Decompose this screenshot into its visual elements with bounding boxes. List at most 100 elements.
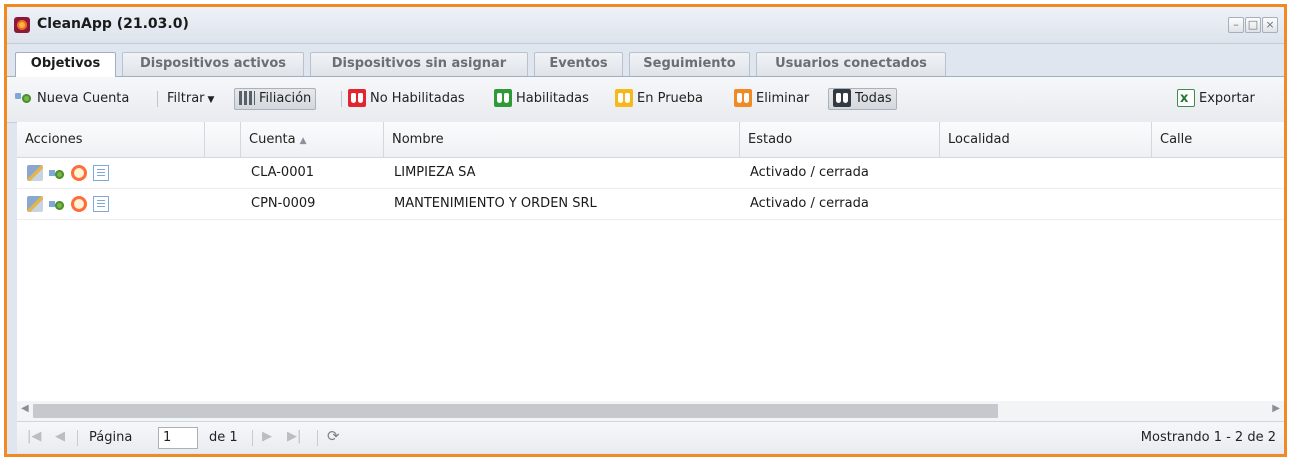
tab-label: Dispositivos activos (139, 56, 287, 71)
user-add-icon (15, 91, 33, 104)
tab-label: Objetivos (30, 56, 101, 71)
cell-cuenta: CPN-0009 (251, 196, 316, 211)
alarm-clock-icon[interactable] (71, 165, 87, 181)
column-header-calle[interactable]: Calle (1152, 122, 1284, 157)
filiation-toggle-button[interactable]: Filiación (234, 88, 317, 110)
column-header-label: Acciones (25, 132, 83, 147)
table-row[interactable]: CPN-0009 MANTENIMIENTO Y ORDEN SRL Activ… (17, 189, 1284, 220)
cell-estado: Activado / cerrada (750, 165, 869, 180)
pager-divider (317, 430, 318, 446)
toolbar-divider (157, 91, 158, 107)
column-header-blank[interactable] (205, 122, 241, 157)
tab-objetivos[interactable]: Objetivos (15, 52, 116, 77)
column-header-localidad[interactable]: Localidad (940, 122, 1152, 157)
previous-page-icon[interactable]: ◀ (55, 429, 65, 444)
column-header-estado[interactable]: Estado (740, 122, 940, 157)
binoculars-icon (494, 88, 512, 107)
columns-icon (239, 90, 255, 105)
cell-nombre: MANTENIMIENTO Y ORDEN SRL (394, 196, 597, 211)
filiation-label: Filiación (259, 91, 312, 106)
edit-icon[interactable] (27, 165, 43, 181)
delete-label: Eliminar (756, 91, 810, 106)
app-logo-icon (14, 17, 30, 33)
column-header-label: Nombre (392, 132, 444, 147)
tab-usuarios-conectados[interactable]: Usuarios conectados (756, 52, 946, 76)
column-header-label: Localidad (948, 132, 1010, 147)
binoculars-icon (615, 88, 633, 107)
column-header-label: Estado (748, 132, 793, 147)
column-header-label: Cuenta (249, 132, 296, 147)
scroll-right-icon[interactable]: ▶ (1272, 403, 1280, 414)
filter-label: Filtrar (167, 91, 205, 106)
new-account-label: Nueva Cuenta (37, 91, 130, 106)
binoculars-icon (833, 88, 851, 107)
column-header-acciones[interactable]: Acciones (17, 122, 205, 157)
testing-filter-button[interactable]: En Prueba (615, 88, 703, 110)
sort-ascending-icon: ▲ (299, 136, 307, 146)
page-number-input[interactable]: 1 (158, 427, 198, 449)
export-label: Exportar (1199, 91, 1255, 106)
all-label: Todas (855, 91, 892, 106)
binoculars-icon (734, 88, 752, 107)
not-enabled-label: No Habilitadas (370, 91, 465, 106)
paging-summary: Mostrando 1 - 2 de 2 (1140, 430, 1276, 445)
tab-seguimiento[interactable]: Seguimiento (629, 52, 750, 76)
table-row[interactable]: CLA-0001 LIMPIEZA SA Activado / cerrada (17, 158, 1284, 189)
filter-dropdown-button[interactable]: Filtrar ▼ (167, 88, 214, 110)
user-add-icon[interactable] (49, 196, 65, 212)
app-window: CleanApp (21.03.0) – □ × Objetivos Dispo… (4, 4, 1287, 457)
binoculars-icon (348, 88, 366, 107)
enabled-label: Habilitadas (516, 91, 589, 106)
scrollbar-thumb[interactable] (33, 404, 998, 418)
minimize-icon[interactable]: – (1228, 17, 1244, 33)
pager-divider (252, 430, 253, 446)
chevron-down-icon: ▼ (207, 95, 215, 105)
page-label: Página (89, 430, 133, 445)
paging-toolbar: |◀ ◀ Página 1 de 1 ▶ ▶| ⟳ Mostrando 1 - … (17, 421, 1284, 453)
first-page-icon[interactable]: |◀ (27, 429, 41, 444)
list-icon[interactable] (93, 196, 109, 212)
tab-dispositivos-activos[interactable]: Dispositivos activos (122, 52, 304, 76)
cell-nombre: LIMPIEZA SA (394, 165, 476, 180)
edit-icon[interactable] (27, 196, 43, 212)
export-button[interactable]: Exportar (1177, 88, 1255, 110)
next-page-icon[interactable]: ▶ (262, 429, 272, 444)
last-page-icon[interactable]: ▶| (287, 429, 301, 444)
column-header-label: Calle (1160, 132, 1193, 147)
scroll-left-icon[interactable]: ◀ (21, 403, 29, 414)
tab-label: Dispositivos sin asignar (331, 56, 507, 71)
enabled-filter-button[interactable]: Habilitadas (494, 88, 589, 110)
column-header-nombre[interactable]: Nombre (384, 122, 740, 157)
close-icon[interactable]: × (1262, 17, 1278, 33)
window-title: CleanApp (21.03.0) (37, 16, 189, 32)
pager-divider (77, 430, 78, 446)
list-icon[interactable] (93, 165, 109, 181)
user-add-icon[interactable] (49, 165, 65, 181)
objectives-grid: Acciones Cuenta ▲ Nombre Estado Localidad… (17, 122, 1284, 453)
tab-bar: Objetivos Dispositivos activos Dispositi… (7, 44, 1284, 77)
alarm-clock-icon[interactable] (71, 196, 87, 212)
all-filter-button[interactable]: Todas (828, 88, 897, 110)
tab-label: Usuarios conectados (775, 56, 927, 71)
toolbar: Nueva Cuenta Filtrar ▼ Filiación No Habil… (7, 77, 1284, 123)
maximize-icon[interactable]: □ (1245, 17, 1261, 33)
horizontal-scrollbar[interactable]: ◀ ▶ (17, 401, 1284, 421)
tab-label: Eventos (549, 56, 608, 71)
grid-header: Acciones Cuenta ▲ Nombre Estado Localidad… (17, 122, 1284, 158)
cell-estado: Activado / cerrada (750, 196, 869, 211)
window-controls: – □ × (1228, 17, 1278, 33)
testing-label: En Prueba (637, 91, 703, 106)
page-count-label: de 1 (209, 430, 238, 445)
refresh-icon[interactable]: ⟳ (327, 427, 340, 445)
tab-dispositivos-sin-asignar[interactable]: Dispositivos sin asignar (310, 52, 528, 76)
cell-cuenta: CLA-0001 (251, 165, 315, 180)
tab-label: Seguimiento (643, 56, 736, 71)
column-header-cuenta[interactable]: Cuenta ▲ (241, 122, 384, 157)
toolbar-divider (341, 91, 342, 107)
delete-filter-button[interactable]: Eliminar (734, 88, 809, 110)
excel-icon (1177, 88, 1195, 110)
title-bar: CleanApp (21.03.0) – □ × (7, 7, 1284, 44)
new-account-button[interactable]: Nueva Cuenta (15, 88, 129, 110)
tab-eventos[interactable]: Eventos (534, 52, 623, 76)
not-enabled-filter-button[interactable]: No Habilitadas (348, 88, 465, 110)
